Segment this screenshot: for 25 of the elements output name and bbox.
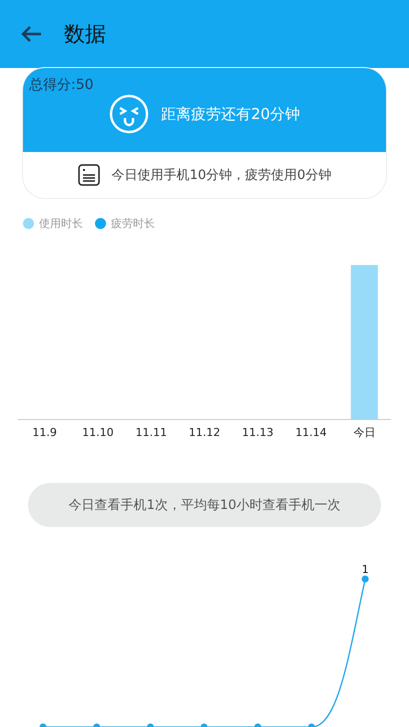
legend-label: 疲劳时长 (111, 216, 155, 231)
data-point (254, 724, 262, 727)
data-point (146, 724, 154, 727)
data-point (200, 724, 208, 727)
axis-label: 11.13 (242, 426, 274, 439)
data-point (40, 724, 46, 727)
axis-label: 11.11 (135, 426, 167, 439)
list-icon (78, 164, 100, 186)
face-icon (108, 94, 149, 134)
back-icon[interactable] (20, 25, 42, 43)
data-point (93, 724, 100, 727)
data-point (308, 724, 315, 727)
axis-label: 今日 (353, 426, 376, 439)
axis-label: 11.10 (82, 426, 114, 439)
countdown-text: 距离疲劳还有20分钟 (160, 104, 300, 124)
value-label: 1 (362, 563, 369, 576)
data-point (362, 576, 369, 582)
page-title: 数据 (64, 21, 106, 48)
axis-label: 11.9 (32, 426, 57, 439)
axis-label: 11.14 (295, 426, 327, 439)
axis-label: 11.12 (188, 426, 220, 439)
total-score: 总得分:50 (29, 76, 94, 94)
check-summary: 今日查看手机1次，平均每10小时查看手机一次 (28, 483, 381, 527)
legend-label: 使用时长 (39, 216, 83, 231)
usage-text: 今日使用手机10分钟，疲劳使用0分钟 (112, 167, 332, 184)
